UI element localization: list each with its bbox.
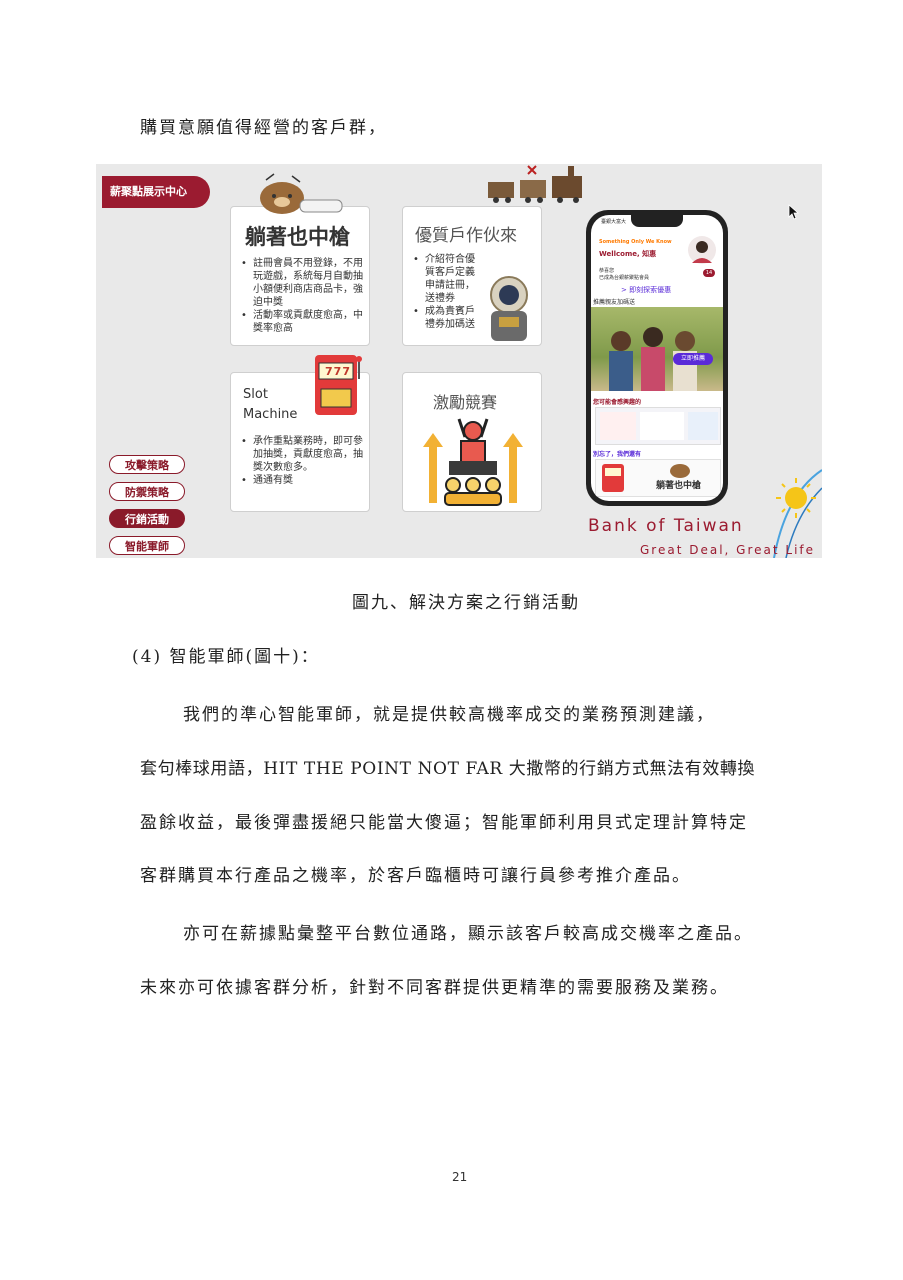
notification-badge: 14 [703, 269, 715, 277]
card-slot-machine-bullets: 承作重點業務時，即可參加抽獎，貢獻度愈高，抽獎次數愈多。 通通有獎 [241, 435, 365, 487]
paragraph-line: 我們的準心智能軍師，就是提供較高機率成交的業務預測建議， [183, 705, 715, 725]
friends-photo [591, 307, 723, 391]
phone-banner-text: Something Only We Know [599, 239, 672, 245]
card-lucky-draw-bullet: 活動率或貢獻度愈高，中獎率愈高 [241, 309, 363, 335]
card-lucky-draw: 躺著也中槍 註冊會員不用登錄，不用玩遊戲，系統每月自動抽小額便利商店商品卡，強迫… [230, 206, 370, 346]
card-referral: 優質戶作伙來 介紹符合優質客戶定義申請註冊，送禮券 成為貴賓戶禮券加碼送 [402, 206, 542, 346]
phone-welcome: Wellcome, 知惠 [599, 250, 657, 258]
marketing-slide-figure: 薪聚點展示中心 躺著也中槍 註冊會員不用登錄，不用玩遊戲，系統每月自動抽小額便利… [96, 164, 822, 558]
card-lucky-draw-title: 躺著也中槍 [245, 224, 350, 249]
card-competition: 激勵競賽 [402, 372, 542, 512]
paragraph-line: 套句棒球用語，HIT THE POINT NOT FAR 大撒幣的行銷方式無法有… [140, 759, 756, 779]
slot-machine-icon [602, 464, 624, 492]
promo-banner[interactable]: 躺著也中槍 [595, 459, 721, 497]
card-slot-machine-bullet: 承作重點業務時，即可參加抽獎，貢獻度愈高，抽獎次數愈多。 [241, 435, 365, 474]
dont-forget-heading: 別忘了，我們還有 [593, 451, 642, 458]
phone-screen: 臺銀大富大 Something Only We Know Wellcome, 知… [591, 215, 723, 501]
menu-defense-strategy[interactable]: 防禦策略 [109, 482, 185, 501]
menu-attack-strategy[interactable]: 攻擊策略 [109, 455, 185, 474]
paragraph-line: 未來亦可依據客群分析，針對不同客群提供更精準的需要服務及業務。 [140, 978, 729, 998]
card-slot-machine-title-line1: Slot [243, 387, 268, 402]
card-competition-title: 激勵競賽 [433, 393, 498, 412]
mouse-cursor-icon [788, 204, 800, 220]
card-referral-bullets: 介紹符合優質客戶定義申請註冊，送禮券 成為貴賓戶禮券加碼送 [413, 253, 483, 331]
slot-machine-icon [315, 355, 362, 415]
brand-name: Bank of Taiwan [588, 516, 744, 536]
paragraph-line: 客群購買本行產品之機率，於客戶臨櫃時可讓行員參考推介產品。 [140, 866, 691, 886]
slot-reels: 777 [325, 365, 351, 378]
refer-friends-text: 推薦親友加碼送 [593, 299, 636, 306]
paragraph-line: 盈餘收益，最後彈盡援絕只能當大傻逼；智能軍師利用貝式定理計算特定 [140, 813, 748, 833]
train-icon [488, 165, 582, 203]
product-card[interactable] [688, 412, 718, 440]
promo-logo-text: 躺著也中槍 [656, 481, 702, 491]
card-referral-title: 優質戶作伙來 [415, 226, 517, 246]
you-may-like-heading: 您可能會感興趣的 [593, 399, 642, 406]
card-lucky-draw-bullets: 註冊會員不用登錄，不用玩遊戲，系統每月自動抽小額便利商店商品卡，強迫中獎 活動率… [241, 257, 363, 335]
section-heading: (4) 智能軍師(圖十)： [132, 647, 320, 667]
page-number: 21 [452, 1170, 468, 1184]
showcase-tag: 薪聚點展示中心 [102, 176, 210, 208]
refer-now-button[interactable]: 立即推薦 [673, 353, 713, 365]
phone-congrats-line2: 已成為台銀薪聚點會員 [599, 275, 650, 281]
explore-offers-link[interactable]: > 即刻探索優惠 [621, 285, 671, 295]
card-slot-machine: Slot Machine 777 承作重點業務時，即可參加抽獎，貢獻度愈高，抽獎… [230, 355, 370, 512]
sleeping-bear-icon [260, 173, 343, 214]
astronaut-icon [490, 276, 528, 341]
bear-icon [670, 464, 690, 478]
intro-line: 購買意願值得經營的客戶群， [140, 118, 387, 138]
card-referral-bullet: 介紹符合優質客戶定義申請註冊，送禮券 [413, 253, 483, 305]
friends-photo-image [609, 327, 697, 391]
product-card[interactable] [600, 412, 636, 440]
podium-leader-icon [423, 418, 523, 506]
menu-smart-advisor[interactable]: 智能軍師 [109, 536, 185, 555]
card-slot-machine-title-line2: Machine [243, 407, 298, 422]
menu-marketing-activities[interactable]: 行銷活動 [109, 509, 185, 528]
phone-notch [631, 215, 683, 227]
brand-slogan: Great Deal, Great Life [640, 543, 816, 557]
user-avatar [688, 236, 716, 264]
product-card[interactable] [640, 412, 684, 440]
paragraph-line: 亦可在薪據點彙整平台數位通路，顯示該客戶較高成交機率之產品。 [183, 924, 753, 944]
phone-congrats-line1: 恭喜您 [599, 268, 615, 274]
card-referral-bullet: 成為貴賓戶禮券加碼送 [413, 305, 483, 331]
card-lucky-draw-bullet: 註冊會員不用登錄，不用玩遊戲，系統每月自動抽小額便利商店商品卡，強迫中獎 [241, 257, 363, 309]
figure-caption: 圖九、解決方案之行銷活動 [352, 593, 580, 613]
phone-mockup: 臺銀大富大 Something Only We Know Wellcome, 知… [586, 210, 728, 506]
phone-status-carrier: 臺銀大富大 [601, 219, 627, 225]
product-carousel[interactable] [595, 407, 721, 445]
card-slot-machine-bullet: 通通有獎 [241, 474, 365, 487]
